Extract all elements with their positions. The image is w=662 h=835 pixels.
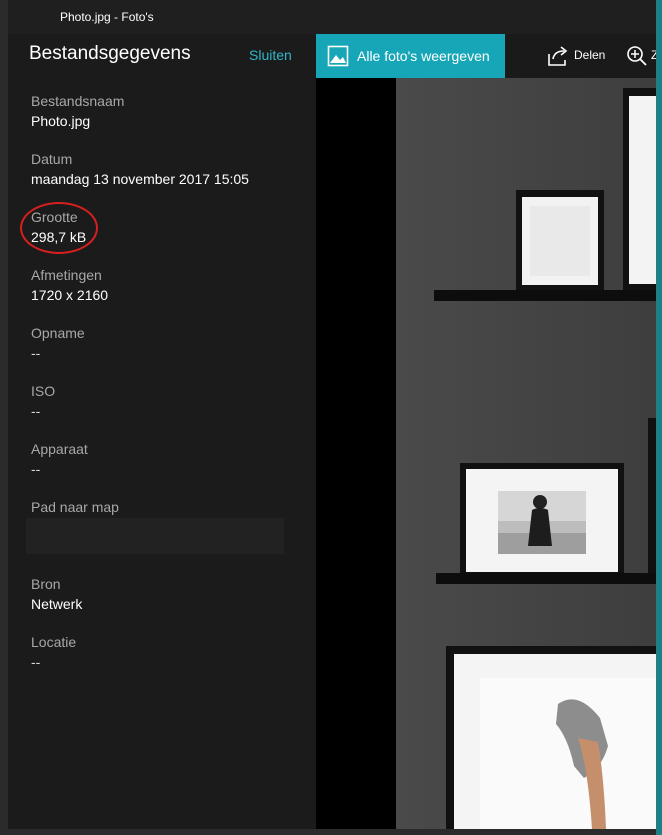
field-value[interactable]: maandag 13 november 2017 15:05 bbox=[31, 170, 249, 188]
folder-path-box[interactable] bbox=[26, 518, 284, 554]
zoom-in-icon bbox=[626, 45, 648, 72]
field-source: Bron Netwerk bbox=[31, 575, 82, 613]
field-label: Datum bbox=[31, 151, 73, 167]
field-value: 298,7 kB bbox=[31, 229, 87, 245]
field-value: -- bbox=[31, 654, 41, 670]
field-value: 1720 x 2160 bbox=[31, 287, 109, 303]
field-location: Locatie -- bbox=[31, 633, 76, 671]
photo-view[interactable] bbox=[316, 78, 656, 829]
all-photos-label: Alle foto's weergeven bbox=[357, 48, 490, 64]
field-folder-path: Pad naar map bbox=[31, 498, 119, 516]
field-value: -- bbox=[31, 345, 41, 361]
field-label: Bron bbox=[31, 576, 61, 592]
field-value: -- bbox=[31, 461, 41, 477]
close-link[interactable]: Sluiten bbox=[249, 47, 292, 63]
field-label: Afmetingen bbox=[31, 267, 102, 283]
field-filename: Bestandsnaam Photo.jpg bbox=[31, 92, 124, 130]
share-button[interactable]: Delen bbox=[544, 34, 608, 78]
image-icon bbox=[327, 45, 349, 72]
field-label: Opname bbox=[31, 325, 85, 341]
field-label: Pad naar map bbox=[31, 499, 119, 515]
panel-title: Bestandsgegevens bbox=[29, 43, 191, 64]
panel-header: Bestandsgegevens Sluiten bbox=[8, 34, 316, 78]
photo-image bbox=[316, 78, 656, 829]
field-value: Netwerk bbox=[31, 596, 83, 612]
field-label: Grootte bbox=[31, 209, 78, 225]
field-value[interactable]: Photo.jpg bbox=[31, 112, 124, 130]
field-label: ISO bbox=[31, 383, 56, 399]
field-date: Datum maandag 13 november 2017 15:05 bbox=[31, 150, 249, 188]
field-device: Apparaat -- bbox=[31, 440, 88, 478]
field-value: -- bbox=[31, 403, 41, 419]
window-left-edge bbox=[0, 0, 8, 835]
field-dimensions: Afmetingen 1720 x 2160 bbox=[31, 266, 108, 304]
field-shot: Opname -- bbox=[31, 324, 85, 362]
toolbar: Alle foto's weergeven Delen Z bbox=[316, 34, 656, 78]
field-size: Grootte 298,7 kB bbox=[31, 208, 86, 246]
field-iso: ISO -- bbox=[31, 382, 55, 420]
share-label: Delen bbox=[574, 48, 606, 62]
window-bottom-edge bbox=[8, 829, 656, 835]
field-label: Apparaat bbox=[31, 441, 88, 457]
zoom-button[interactable]: Z bbox=[624, 34, 656, 78]
all-photos-button[interactable]: Alle foto's weergeven bbox=[316, 34, 505, 78]
field-label: Locatie bbox=[31, 634, 77, 650]
share-icon bbox=[547, 45, 569, 72]
field-label: Bestandsnaam bbox=[31, 93, 125, 109]
window-right-edge bbox=[656, 0, 662, 835]
window-title: Photo.jpg - Foto's bbox=[60, 10, 154, 24]
file-details-panel: Bestandsgegevens Sluiten Bestandsnaam Ph… bbox=[8, 34, 316, 829]
title-bar[interactable]: Photo.jpg - Foto's bbox=[0, 0, 662, 34]
